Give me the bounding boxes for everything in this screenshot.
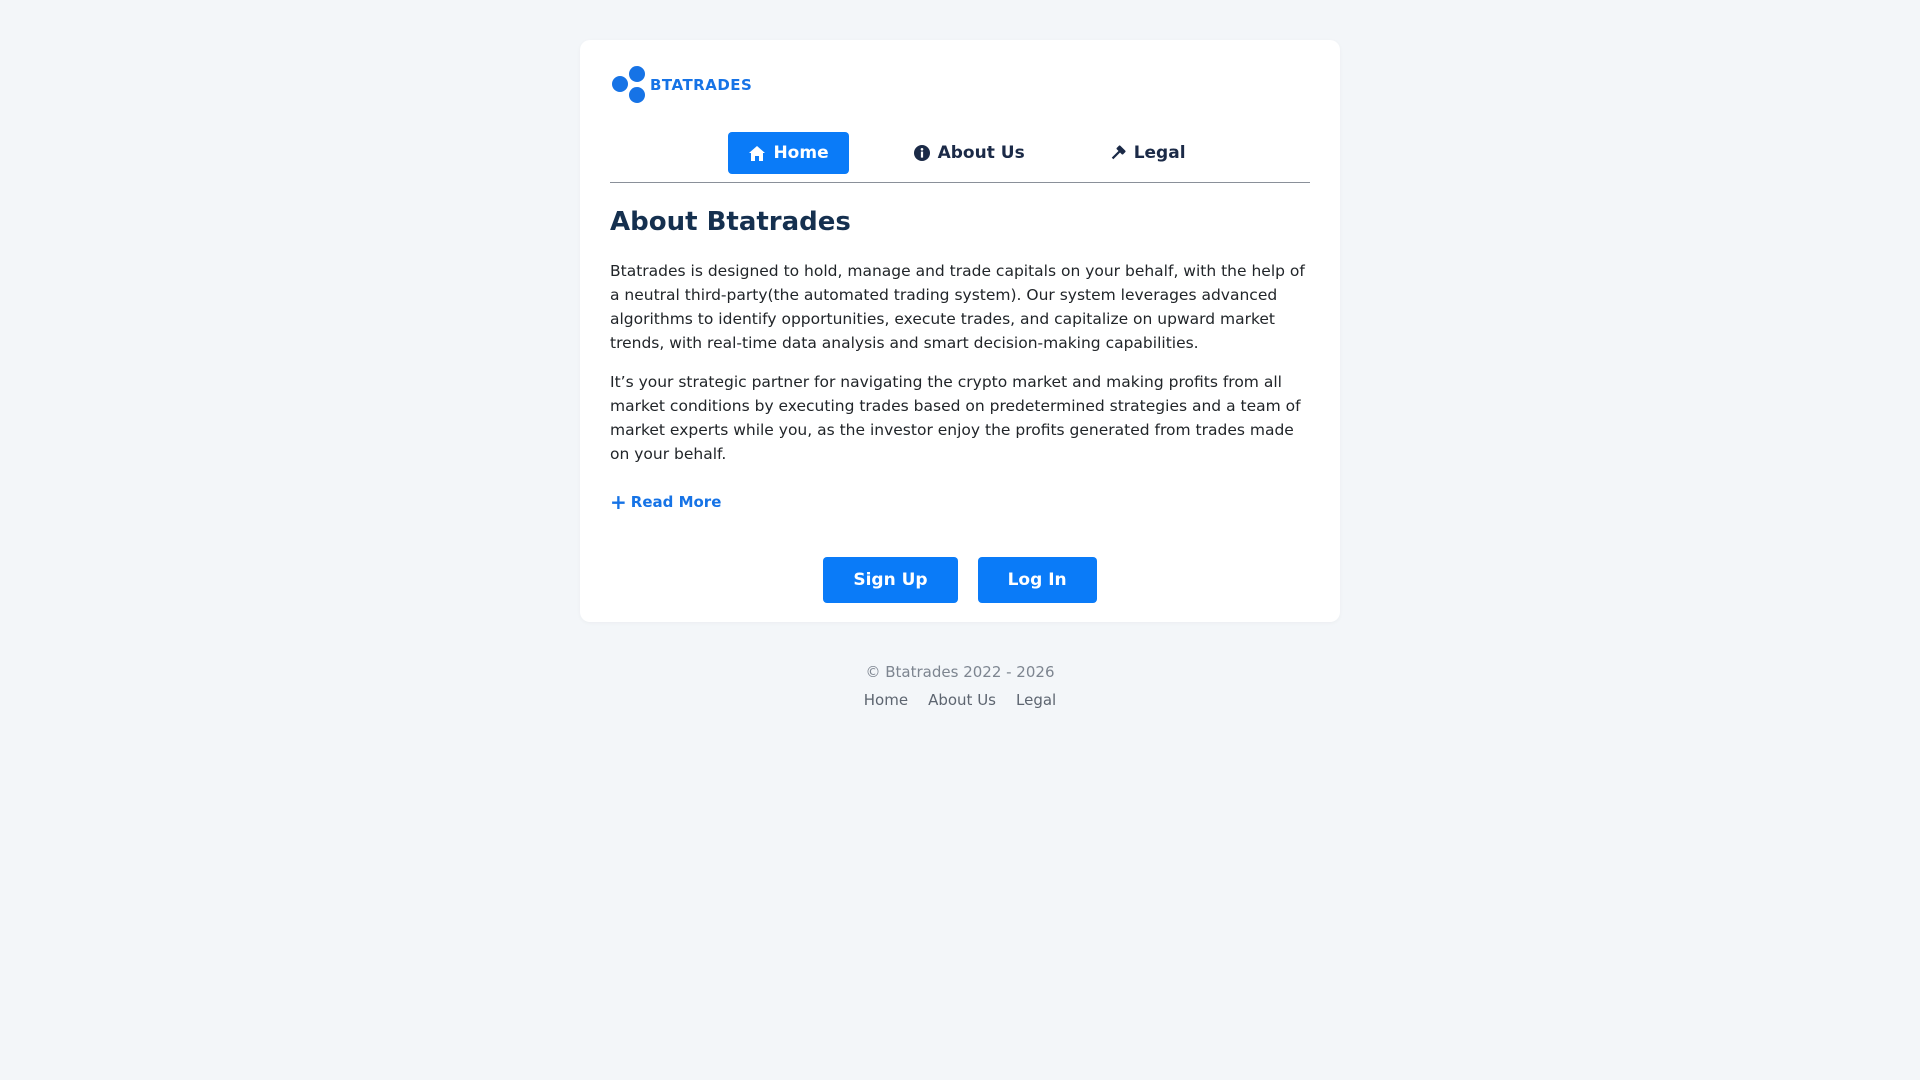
about-paragraph-1: Btatrades is designed to hold, manage an… (610, 262, 1305, 352)
footer-link-legal[interactable]: Legal (1016, 691, 1056, 709)
about-paragraph-2: It’s your strategic partner for navigati… (610, 373, 1301, 463)
footer-link-about[interactable]: About Us (928, 691, 996, 709)
home-icon (748, 144, 766, 162)
footer-links: Home About Us Legal (0, 691, 1920, 709)
brand-logo[interactable]: BTATRADES (612, 64, 1310, 106)
nav-item-legal[interactable]: Legal (1089, 132, 1206, 174)
read-more-label: Read More (630, 493, 722, 511)
nav-item-label: Home (773, 143, 829, 163)
info-icon (913, 144, 931, 162)
footer: © Btatrades 2022 - 2026 Home About Us Le… (0, 662, 1920, 709)
nav-item-about[interactable]: About Us (893, 132, 1045, 174)
gavel-icon (1109, 144, 1127, 162)
plus-icon: + (610, 490, 627, 514)
log-in-button[interactable]: Log In (977, 557, 1097, 603)
page: BTATRADES Home About Us Legal About Btat… (0, 0, 1920, 1080)
main-nav: Home About Us Legal (610, 132, 1310, 183)
nav-item-label: About Us (937, 143, 1025, 163)
copyright-text: © Btatrades 2022 - 2026 (865, 663, 1055, 681)
read-more-link[interactable]: + Read More (610, 490, 722, 514)
sign-up-button[interactable]: Sign Up (823, 557, 958, 603)
logo-mark-icon (612, 66, 646, 104)
main-card: BTATRADES Home About Us Legal About Btat… (580, 40, 1340, 622)
auth-actions: Sign Up Log In (610, 557, 1310, 603)
page-title: About Btatrades (610, 207, 851, 237)
footer-link-home[interactable]: Home (864, 691, 908, 709)
nav-item-label: Legal (1133, 143, 1186, 163)
brand-name: BTATRADES (650, 76, 753, 94)
nav-item-home[interactable]: Home (728, 132, 849, 174)
